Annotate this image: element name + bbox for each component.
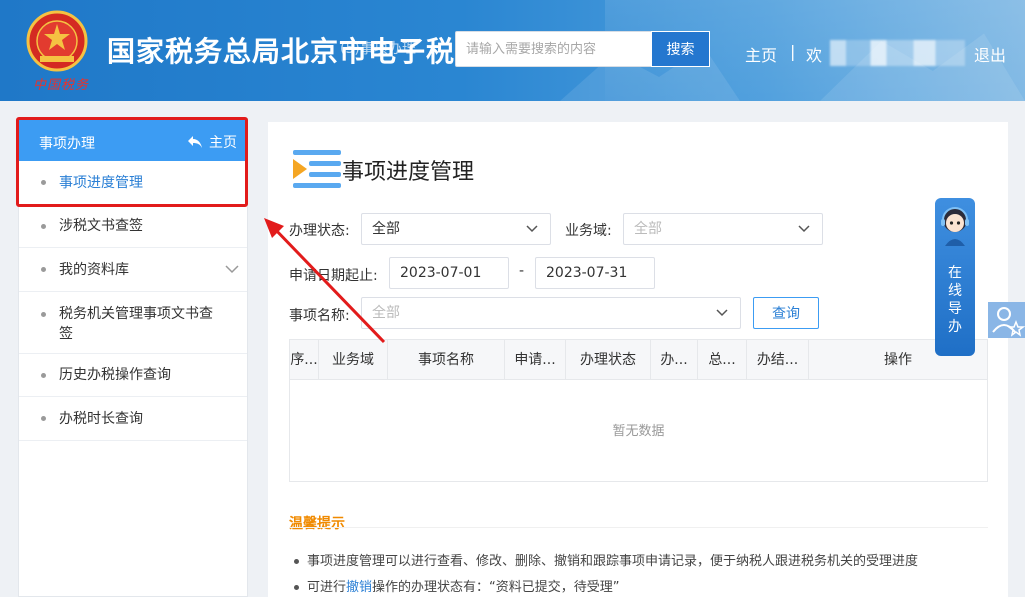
revoke-link[interactable]: 撤销 <box>346 580 372 595</box>
item-name-label: 事项名称: <box>289 308 350 324</box>
logo-text: 中国税务 <box>33 78 90 93</box>
table-header: 序... 业务域 事项名称 申请... 办理状态 办... 总... 办结...… <box>290 340 987 380</box>
guide-char: 导 <box>948 301 962 317</box>
nav-separator: | <box>790 42 796 61</box>
sidebar: 事项办理 主页 事项进度管理 涉税文书查签 我的资料库 税务机关管理事项文书查签… <box>18 118 248 597</box>
sidebar-header: 事项办理 主页 <box>19 119 247 161</box>
sidebar-item-label: 历史办税操作查询 <box>59 367 171 383</box>
column-header: 申请... <box>505 340 566 380</box>
sidebar-item-duration[interactable]: 办税时长查询 <box>19 397 247 441</box>
tax-emblem-icon <box>26 10 88 72</box>
redacted-username <box>830 40 965 66</box>
empty-state-text: 暂无数据 <box>612 424 665 439</box>
domain-select[interactable]: 全部 <box>623 213 823 245</box>
search-button[interactable]: 搜索 <box>651 31 710 67</box>
domain-placeholder: 全部 <box>634 221 662 237</box>
guide-char: 线 <box>948 283 962 299</box>
item-name-placeholder: 全部 <box>372 305 400 321</box>
sidebar-home-label: 主页 <box>209 135 237 151</box>
tip-text: 事项进度管理可以进行查看、修改、删除、撤销和跟踪事项申请记录，便于纳税人跟进税务… <box>307 554 919 569</box>
tips-divider <box>289 527 988 528</box>
chevron-down-icon <box>798 225 810 233</box>
top-header: 中国税务 国家税务总局北京市电子税 (5)事项办理 搜索 主页 | 欢 退出 <box>0 0 1025 101</box>
column-header: 序... <box>290 340 319 380</box>
sidebar-item-label: 事项进度管理 <box>59 175 143 191</box>
status-value: 全部 <box>372 221 400 237</box>
online-guide-button[interactable]: 在 线 导 办 <box>935 198 975 356</box>
sidebar-item-progress[interactable]: 事项进度管理 <box>19 161 247 205</box>
bullet-dot <box>41 373 46 378</box>
bullet-dot <box>41 180 46 185</box>
guide-char: 办 <box>948 319 962 335</box>
date-end-input[interactable]: 2023-07-31 <box>535 257 655 289</box>
back-arrow-icon <box>188 136 202 148</box>
customer-service-avatar-icon <box>941 207 969 246</box>
welcome-text: 欢 <box>806 46 823 65</box>
tip-text-suffix: 操作的办理状态有：“资料已提交，待受理” <box>372 580 620 595</box>
results-table: 序... 业务域 事项名称 申请... 办理状态 办... 总... 办结...… <box>289 339 988 482</box>
sidebar-item-documents[interactable]: 涉税文书查签 <box>19 205 247 248</box>
column-header: 业务域 <box>319 340 388 380</box>
chevron-down-icon <box>526 225 538 233</box>
bullet-dot <box>294 585 299 590</box>
bullet-dot <box>41 224 46 229</box>
column-header: 办理状态 <box>566 340 651 380</box>
column-header: 办... <box>651 340 698 380</box>
list-icon <box>293 150 341 188</box>
guide-label: 在 线 导 办 <box>935 264 975 336</box>
sidebar-item-label: 税务机关管理事项文书查签 <box>59 306 213 342</box>
sidebar-item-authority-docs[interactable]: 税务机关管理事项文书查签 <box>19 292 247 354</box>
bullet-dot <box>41 267 46 272</box>
date-start-input[interactable]: 2023-07-01 <box>389 257 509 289</box>
sidebar-item-history[interactable]: 历史办税操作查询 <box>19 354 247 397</box>
nav-home-link[interactable]: 主页 <box>745 42 777 66</box>
column-header: 事项名称 <box>388 340 505 380</box>
status-label: 办理状态: <box>289 223 350 239</box>
chevron-down-icon <box>225 265 239 274</box>
user-star-icon <box>992 307 1025 337</box>
sidebar-item-library[interactable]: 我的资料库 <box>19 248 247 292</box>
query-button[interactable]: 查询 <box>753 297 819 329</box>
search-box: 搜索 <box>455 31 710 67</box>
tip-line-1: 事项进度管理可以进行查看、修改、删除、撤销和跟踪事项申请记录，便于纳税人跟进税务… <box>294 550 918 569</box>
logout-link[interactable]: 退出 <box>974 42 1006 66</box>
user-center-tab[interactable] <box>988 302 1025 338</box>
status-select[interactable]: 全部 <box>361 213 551 245</box>
date-label: 申请日期起止: <box>289 268 378 284</box>
sidebar-item-label: 办税时长查询 <box>59 411 143 427</box>
guide-char: 在 <box>948 265 962 281</box>
main-panel: 事项进度管理 办理状态: 全部 业务域: 全部 申请日期起止: 2023-07-… <box>268 122 1008 597</box>
sidebar-item-label: 我的资料库 <box>59 262 129 278</box>
column-header: 办结... <box>747 340 809 380</box>
bullet-dot <box>41 312 46 317</box>
page-title: 事项进度管理 <box>342 160 475 185</box>
sidebar-title: 事项办理 <box>39 136 95 152</box>
bullet-dot <box>294 559 299 564</box>
tip-text-prefix: 可进行 <box>307 580 347 595</box>
sidebar-item-label: 涉税文书查签 <box>59 218 143 234</box>
tips-title: 温馨提示 <box>289 516 345 532</box>
tip-line-2: 可进行撤销操作的办理状态有：“资料已提交，待受理” <box>294 576 620 595</box>
column-header: 总... <box>698 340 747 380</box>
bullet-dot <box>41 416 46 421</box>
chevron-down-icon <box>716 309 728 317</box>
sidebar-home-button[interactable]: 主页 <box>187 132 237 152</box>
title-overlay-text: (5)事项办理 <box>340 41 416 57</box>
item-name-select[interactable]: 全部 <box>361 297 741 329</box>
search-input[interactable] <box>456 32 652 66</box>
date-separator: - <box>519 263 525 279</box>
domain-label: 业务域: <box>565 223 612 239</box>
